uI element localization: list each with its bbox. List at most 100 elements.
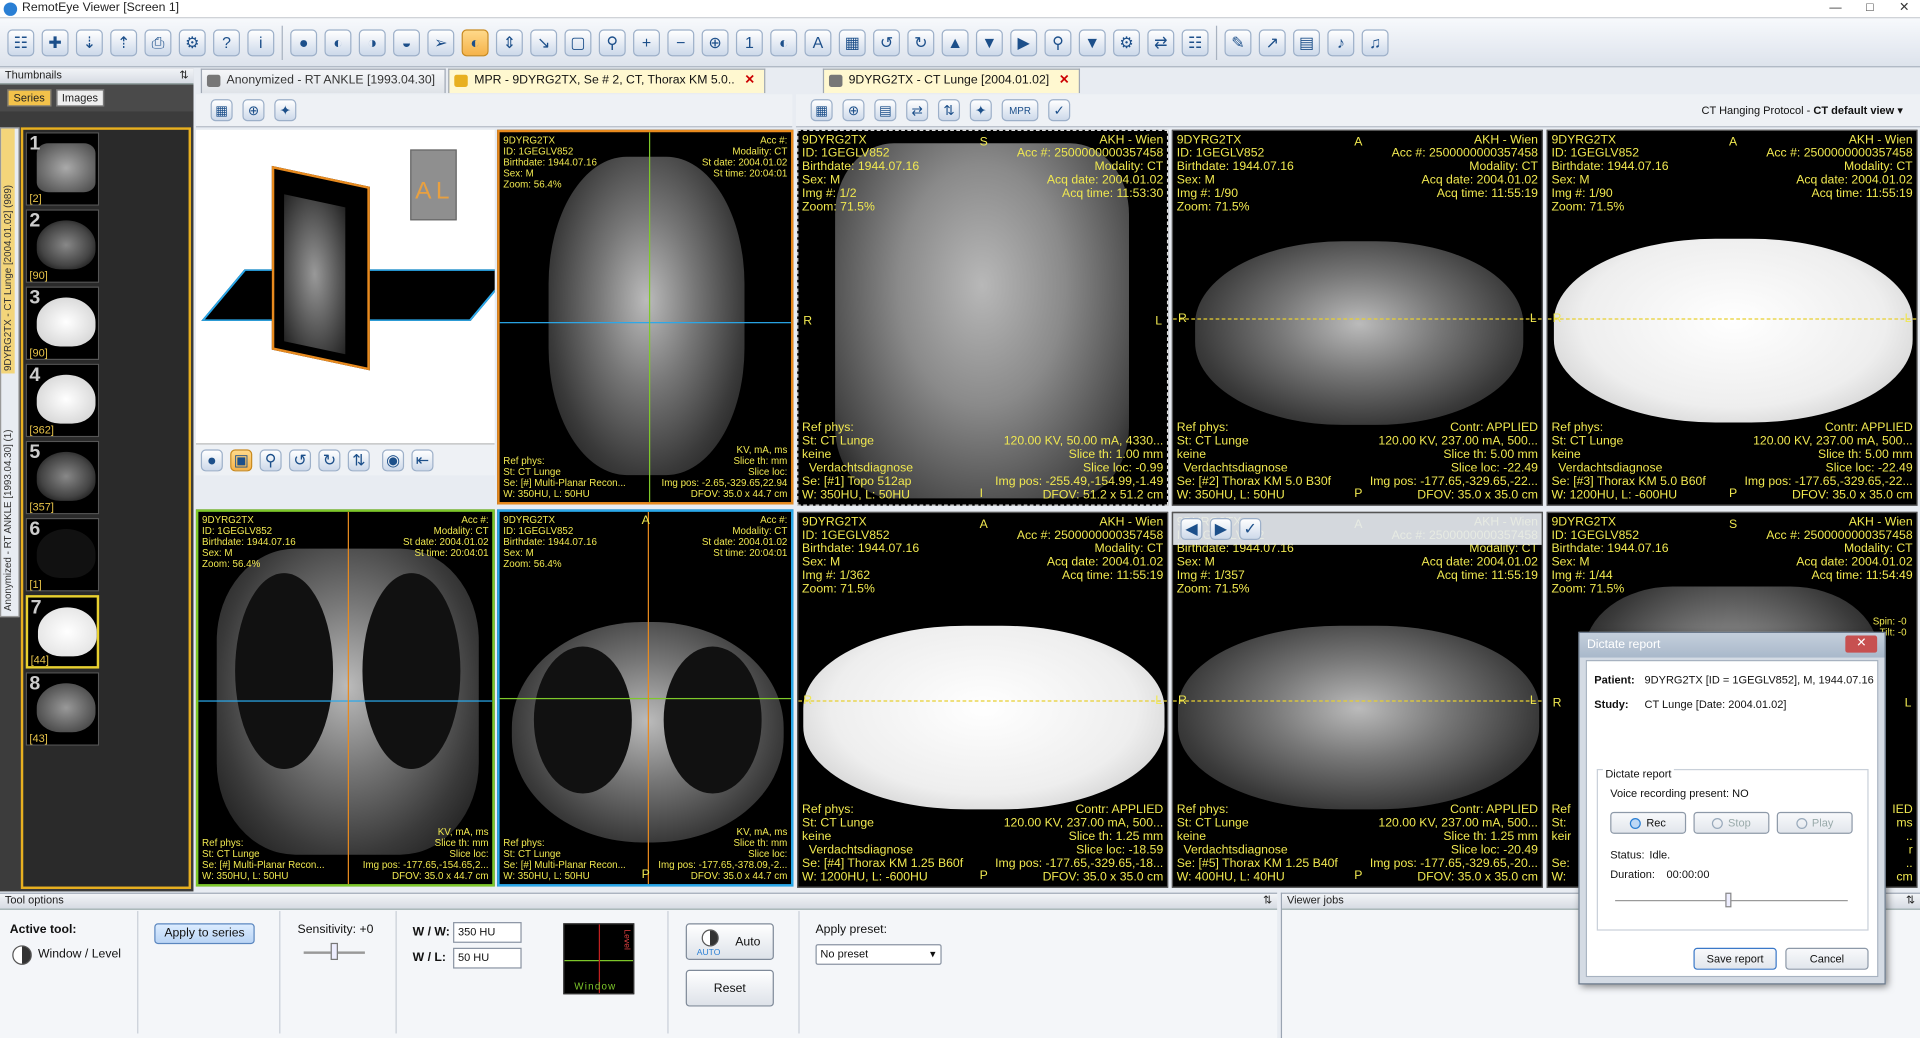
annotate-icon[interactable]: ✎ [1224,28,1252,56]
report-check-icon[interactable]: ✓ [1239,517,1262,541]
window-width-input[interactable]: 350 HU [453,922,522,943]
series-thumbnail[interactable]: 8 [43] [25,672,100,746]
headphones-icon[interactable]: ♫ [1361,28,1389,56]
print-icon[interactable]: ⎙ [144,28,172,56]
layout-grid-icon[interactable]: ▦ [210,99,233,122]
viewport-topogram[interactable]: 9DYRG2TX ID: 1GEGLV852 Birthdate: 1944.0… [797,129,1169,506]
orientation-cube[interactable]: A L [410,149,457,221]
prev-series-icon[interactable]: ◀ [1180,517,1203,541]
stop-button[interactable]: Stop [1693,811,1770,834]
close-tab-icon[interactable]: ✕ [744,73,754,86]
viewport-series-4[interactable]: 9DYRG2TX ID: 1GEGLV852 Birthdate: 1944.0… [797,511,1169,888]
zoom-icon[interactable]: ⚲ [259,448,282,471]
rotate-left-icon[interactable]: ↺ [873,28,901,56]
magnifier-icon[interactable]: ⚲ [598,28,626,56]
window-level-graph[interactable]: Window Level [563,923,635,995]
viewport-series-3[interactable]: 9DYRG2TX ID: 1GEGLV852 Birthdate: 1944.0… [1546,129,1918,506]
pin-icon[interactable]: ⇅ [1906,894,1915,907]
preset-select[interactable]: No preset ▾ [815,944,942,965]
close-tab-icon[interactable]: ✕ [1059,73,1069,86]
open-study-icon[interactable]: ☷ [7,28,35,56]
window-level-input[interactable]: 50 HU [453,947,522,969]
series-thumbnail[interactable]: 4 [362] [25,363,100,438]
pin-icon[interactable]: ⇅ [1263,894,1272,907]
study-tab-rt-ankle[interactable]: Anonymized - RT ANKLE [1993.04.30] (1) [1,373,14,613]
sync-scroll-icon[interactable]: ⇅ [937,99,961,122]
series-link-icon[interactable]: ⇄ [906,99,929,122]
mpr-3d-view[interactable]: A L ● ▣ ⚲ ↺ ↻ ⇅ ◉ ⇤ [195,129,495,476]
cine-icon[interactable]: ▶ [1010,28,1038,56]
tab-ct-lunge[interactable]: 9DYRG2TX - CT Lunge [2004.01.02] ✕ [822,68,1081,94]
apply-to-series-button[interactable]: Apply to series [154,923,255,945]
export-icon[interactable]: ↗ [1258,28,1286,56]
mpr-coronal-view[interactable]: 9DYRG2TX ID: 1GEGLV852 Birthdate: 1944.0… [195,509,495,887]
cancel-button[interactable]: Cancel [1785,947,1869,970]
layout-icon[interactable]: ▦ [838,28,866,56]
series-thumbnail[interactable]: 6 [1] [25,517,100,592]
study-vertical-tabs[interactable]: 9DYRG2TX - CT Lunge [2004.01.02] (989) A… [0,127,20,618]
minimize-icon[interactable]: — [1822,0,1849,17]
mouse-middle-icon[interactable]: ◐ [324,28,352,56]
layout-grid-icon[interactable]: ▦ [810,99,833,122]
flip-vertical-icon[interactable]: ▼ [975,28,1003,56]
zoom-fit-icon[interactable]: ⊕ [701,28,729,56]
microphone-icon[interactable]: ♪ [1327,28,1355,56]
viewport-series-2[interactable]: 9DYRG2TX ID: 1GEGLV852 Birthdate: 1944.0… [1171,129,1543,506]
crosshair-icon[interactable]: ⊕ [842,99,865,122]
invert-icon[interactable]: ◐ [770,28,798,56]
series-thumbnail[interactable]: 7 [44] [25,595,100,669]
maximize-icon[interactable]: □ [1856,0,1883,17]
close-icon[interactable]: ✕ [1891,0,1918,17]
zoom-out-icon[interactable]: − [667,28,695,56]
settings-gear-icon[interactable]: ⚙ [178,28,206,56]
presets-icon[interactable]: ⚙ [1113,28,1141,56]
zoom-in-icon[interactable]: + [633,28,661,56]
flip-horizontal-icon[interactable]: ▲ [941,28,969,56]
rotate-right-icon[interactable]: ↻ [907,28,935,56]
roi-tool-icon[interactable]: ▢ [564,28,592,56]
series-thumbnail[interactable]: 3 [90] [25,286,100,361]
mpr-icon[interactable]: MPR [1001,99,1039,122]
search-icon[interactable]: ⚲ [1044,28,1072,56]
filter-icon[interactable]: ▼ [1078,28,1106,56]
pin-icon[interactable]: ⇅ [179,69,188,82]
tab-images[interactable]: Images [55,89,105,107]
reset-view-icon[interactable]: ⇤ [411,448,434,471]
cross-reference-icon[interactable]: ☷ [1181,28,1209,56]
volume-icon[interactable]: ▣ [230,448,253,471]
viewport-series-5[interactable]: 9DYRG2TX ID: 1GEGLV852 Birthdate: 1944.0… [1171,511,1543,888]
dialog-close-icon[interactable]: ✕ [1845,635,1878,653]
sync-icon[interactable]: ⇄ [1147,28,1175,56]
series-thumbnail[interactable]: 5 [357] [25,440,100,515]
sensitivity-slider-thumb[interactable] [330,942,338,961]
study-tab-ct-lunge[interactable]: 9DYRG2TX - CT Lunge [2004.01.02] (989) [1,128,15,374]
hanging-protocol[interactable]: CT Hanging Protocol - CT default view ▾ [1702,103,1903,116]
tab-rt-ankle[interactable]: Anonymized - RT ANKLE [1993.04.30] [200,68,447,94]
add-study-icon[interactable]: ✚ [41,28,69,56]
play-button[interactable]: Play [1776,811,1853,834]
auto-window-icon[interactable]: A [804,28,832,56]
scroll-tool-icon[interactable]: ⇕ [495,28,523,56]
mouse-wheel-icon[interactable]: ◒ [393,28,421,56]
playback-slider-thumb[interactable] [1725,892,1732,908]
help-icon[interactable]: ? [213,28,241,56]
reference-lines-icon[interactable]: ✦ [274,99,297,122]
upload-icon[interactable]: ⇡ [110,28,138,56]
series-thumbnail[interactable]: 1 [2] [25,132,100,206]
zoom-100-icon[interactable]: 1 [735,28,763,56]
eye-icon[interactable]: ◉ [382,448,405,471]
rec-button[interactable]: Rec [1610,811,1687,834]
rotate-coronal-icon[interactable]: ↻ [318,448,341,471]
mouse-left-icon[interactable]: ● [290,28,318,56]
series-thumbnail[interactable]: 2 [90] [25,209,100,283]
rotate-axial-icon[interactable]: ↺ [288,448,312,471]
mpr-axial-view[interactable]: A P 9DYRG2TX ID: 1GEGLV852 Birthdate: 19… [497,509,794,887]
report-check-icon[interactable]: ✓ [1048,99,1071,122]
window-level-tool-icon[interactable]: ◐ [461,28,489,56]
next-series-icon[interactable]: ▶ [1209,517,1232,541]
save-report-button[interactable]: Save report [1693,947,1777,970]
pointer-icon[interactable]: ➢ [427,28,455,56]
crosshair-icon[interactable]: ⊕ [242,99,265,122]
mouse-right-icon[interactable]: ◑ [358,28,386,56]
reset-button[interactable]: Reset [685,969,774,1007]
